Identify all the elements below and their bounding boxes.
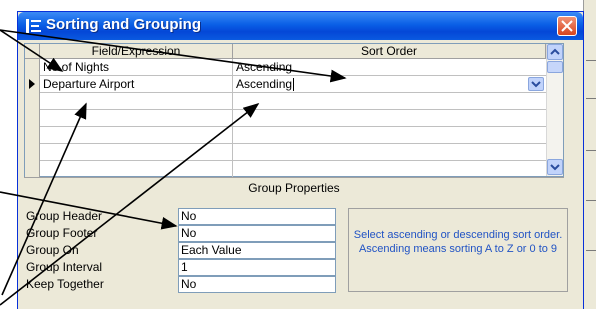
grid-row-empty[interactable] [25,93,563,110]
help-text-box: Select ascending or descending sort orde… [348,208,568,292]
sort-order-value: Ascending [236,77,293,91]
property-label: Group On [26,243,79,257]
vertical-scrollbar[interactable] [546,44,563,176]
scroll-up-button[interactable] [547,44,563,60]
property-label: Group Header [26,209,103,223]
field-cell[interactable] [40,127,233,144]
property-row: Group Interval 1 [26,259,336,276]
grid-row-empty[interactable] [25,127,563,144]
group-properties-heading: Group Properties [24,177,564,197]
field-cell[interactable] [40,93,233,110]
field-cell[interactable]: No of Nights [40,59,233,76]
close-button[interactable] [557,16,577,36]
row-selector[interactable] [25,110,40,127]
grid-row[interactable]: No of Nights Ascending [25,59,563,76]
row-selector[interactable] [25,127,40,144]
sorting-grouping-icon [25,17,43,35]
field-cell[interactable] [40,161,233,178]
chevron-down-icon [531,81,541,88]
property-row: Group Header No [26,208,336,225]
sort-order-cell[interactable]: Ascending [233,59,563,76]
keep-together-field[interactable]: No [178,276,336,293]
property-row: Group Footer No [26,225,336,242]
group-interval-field[interactable]: 1 [178,259,336,276]
grid-row-current[interactable]: Departure Airport Ascending [25,76,563,93]
field-cell[interactable]: Departure Airport [40,76,233,93]
grid-row-empty[interactable] [25,161,563,178]
group-header-field[interactable]: No [178,208,336,225]
row-selector[interactable] [25,59,40,76]
property-label: Group Footer [26,226,98,240]
current-record-arrow-icon [29,79,35,89]
title-bar[interactable]: Sorting and Grouping [18,12,583,40]
sort-order-dropdown-button[interactable] [528,77,544,91]
grid-corner [25,44,40,59]
column-header-sort-order: Sort Order [233,44,546,59]
property-row: Keep Together No [26,276,336,293]
window-title: Sorting and Grouping [46,16,201,33]
row-selector[interactable] [25,161,40,178]
group-on-field[interactable]: Each Value [178,242,336,259]
background-window-edge [583,0,596,309]
sort-grid: Field/Expression Sort Order No of Nights… [24,43,564,178]
chevron-up-icon [550,48,560,55]
property-row: Group On Each Value [26,242,336,259]
sorting-grouping-dialog: Sorting and Grouping Field/Expression So… [17,11,584,309]
scroll-thumb[interactable] [547,61,563,73]
close-icon [561,20,573,32]
property-label: Group Interval [26,260,103,274]
text-cursor [293,78,295,92]
row-selector[interactable] [25,93,40,110]
field-cell[interactable] [40,144,233,161]
row-selector-current[interactable] [25,76,40,93]
scroll-down-button[interactable] [547,159,563,175]
row-selector[interactable] [25,144,40,161]
group-footer-field[interactable]: No [178,225,336,242]
chevron-down-icon [550,164,560,171]
field-cell[interactable] [40,110,233,127]
property-label: Keep Together [26,277,104,291]
grid-row-empty[interactable] [25,110,563,127]
grid-row-empty[interactable] [25,144,563,161]
sort-order-combobox[interactable]: Ascending [233,76,546,93]
column-header-field: Field/Expression [40,44,233,59]
